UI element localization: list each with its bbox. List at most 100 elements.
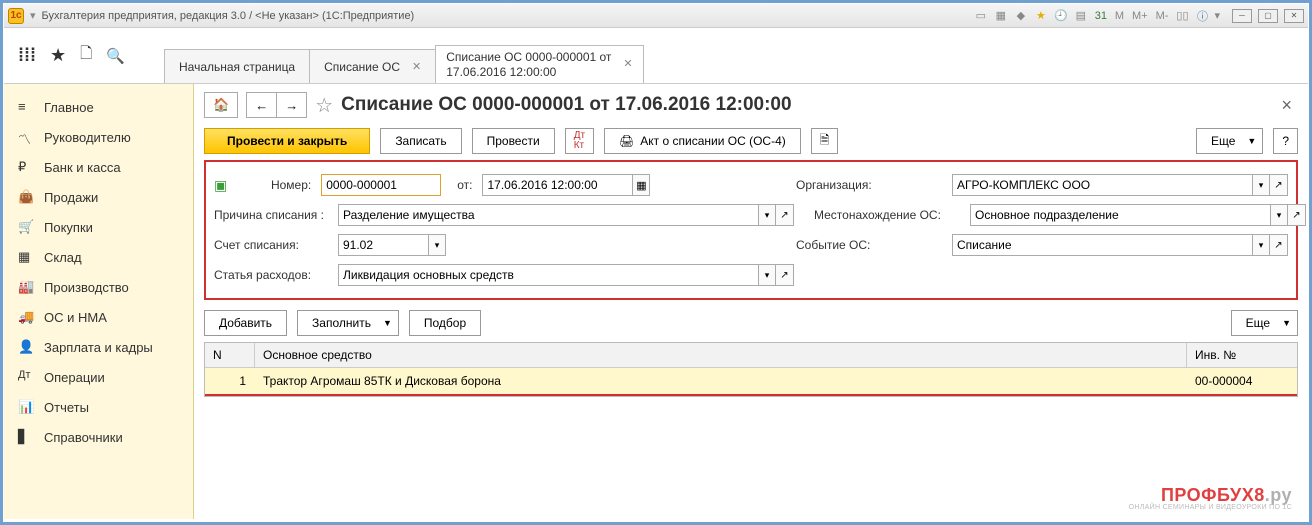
- minimize-button[interactable]: ─: [1232, 9, 1252, 23]
- watermark: ПРОФБУХ8.ру ОНЛАЙН СЕМИНАРЫ И ВИДЕОУРОКИ…: [1129, 486, 1292, 511]
- open-ref-button[interactable]: [1288, 204, 1306, 226]
- tab-label-line1: Списание ОС 0000-000001 от: [446, 50, 611, 64]
- sidebar-item-salary[interactable]: 👤 Зарплата и кадры: [4, 332, 193, 362]
- close-page-button[interactable]: ×: [1275, 95, 1298, 116]
- book-icon: ▋: [18, 429, 34, 445]
- home-button[interactable]: 🏠: [204, 92, 238, 118]
- open-ref-button[interactable]: [776, 264, 794, 286]
- tab-writeoff-list[interactable]: Списание ОС ✕: [309, 49, 436, 83]
- write-button[interactable]: Записать: [380, 128, 461, 154]
- table-row[interactable]: 1 Трактор Агромаш 85ТК и Дисковая борона…: [205, 368, 1297, 394]
- sidebar-item-label: Банк и касса: [44, 160, 121, 175]
- sidebar-item-assets[interactable]: 🚚 ОС и НМА: [4, 302, 193, 332]
- event-input[interactable]: [952, 234, 1252, 256]
- bag-icon: 👜: [18, 189, 34, 205]
- tool-icon[interactable]: ▦: [993, 8, 1009, 24]
- search-icon[interactable]: 🔍: [106, 47, 125, 65]
- tab-start-page[interactable]: Начальная страница: [164, 49, 310, 83]
- account-input[interactable]: [338, 234, 428, 256]
- post-and-close-button[interactable]: Провести и закрыть: [204, 128, 370, 154]
- calendar-icon[interactable]: 31: [1093, 8, 1109, 24]
- sidebar-item-label: Производство: [44, 280, 129, 295]
- tab-writeoff-doc[interactable]: Списание ОС 0000-000001 от 17.06.2016 12…: [435, 45, 643, 83]
- truck-icon: 🚚: [18, 309, 34, 325]
- tool-icon[interactable]: ◆: [1013, 8, 1029, 24]
- dropdown-button[interactable]: ▾: [758, 204, 776, 226]
- sidebar-item-warehouse[interactable]: ▦ Склад: [4, 242, 193, 272]
- sidebar-item-label: Руководителю: [44, 130, 131, 145]
- fill-button[interactable]: Заполнить ▼: [297, 310, 399, 336]
- tool-icon[interactable]: ▭: [973, 8, 989, 24]
- dropdown-button[interactable]: ▾: [1252, 174, 1270, 196]
- reason-input[interactable]: [338, 204, 758, 226]
- dtkt-button[interactable]: ДтКт: [565, 128, 594, 154]
- clipboard-icon[interactable]: 🗋: [80, 43, 92, 68]
- back-button[interactable]: ←: [246, 92, 276, 118]
- calc-icon[interactable]: ▤: [1073, 8, 1089, 24]
- col-n-header[interactable]: N: [205, 343, 255, 367]
- article-input[interactable]: [338, 264, 758, 286]
- favorite-icon[interactable]: ★: [1033, 8, 1049, 24]
- maximize-button[interactable]: ▢: [1258, 9, 1278, 23]
- printer-icon: 🖨: [619, 134, 634, 148]
- org-input[interactable]: [952, 174, 1252, 196]
- table-header: N Основное средство Инв. №: [205, 343, 1297, 368]
- cell-name: Трактор Агромаш 85ТК и Дисковая борона: [255, 368, 1187, 394]
- assets-table: N Основное средство Инв. № 1 Трактор Агр…: [204, 342, 1298, 397]
- m-button[interactable]: M: [1113, 10, 1126, 22]
- add-button[interactable]: Добавить: [204, 310, 287, 336]
- open-ref-button[interactable]: [1270, 174, 1288, 196]
- sidebar-item-label: Покупки: [44, 220, 93, 235]
- sidebar-item-main[interactable]: ≡ Главное: [4, 92, 193, 122]
- windows-icon[interactable]: ▯▯: [1174, 8, 1190, 24]
- titlebar-tools: ▭ ▦ ◆ ★ 🕘 ▤ 31 M M+ M- ▯▯ ⓘ ▾ ─ ▢ ✕: [973, 8, 1304, 24]
- top-nav-row: ⁞⁞⁞ ★ 🗋 🔍 Начальная страница Списание ОС…: [4, 28, 1308, 84]
- close-window-button[interactable]: ✕: [1284, 9, 1304, 23]
- print-act-button[interactable]: 🖨 Акт о списании ОС (ОС-4): [604, 128, 801, 154]
- tab-close-icon[interactable]: ✕: [412, 60, 421, 73]
- table-more-button[interactable]: Еще ▼: [1231, 310, 1298, 336]
- sidebar-item-bank[interactable]: ₽ Банк и касса: [4, 152, 193, 182]
- dropdown-button[interactable]: ▾: [1270, 204, 1288, 226]
- history-icon[interactable]: 🕘: [1053, 8, 1069, 24]
- window-title: Бухгалтерия предприятия, редакция 3.0 / …: [42, 10, 415, 22]
- form-highlighted-area: ▣ Номер: от: Организация: ▾: [204, 160, 1298, 300]
- more-button[interactable]: Еще ▼: [1196, 128, 1263, 154]
- favorite-star-icon[interactable]: ☆: [315, 93, 333, 118]
- col-inv-header[interactable]: Инв. №: [1187, 343, 1297, 367]
- sidebar-item-sales[interactable]: 👜 Продажи: [4, 182, 193, 212]
- dropdown-button[interactable]: ▾: [428, 234, 446, 256]
- sidebar-item-reports[interactable]: 📊 Отчеты: [4, 392, 193, 422]
- watermark-suffix: .ру: [1265, 485, 1292, 505]
- sidebar-item-directories[interactable]: ▋ Справочники: [4, 422, 193, 452]
- app-menu-dropdown[interactable]: ▾: [30, 9, 36, 22]
- dropdown-button[interactable]: ▾: [1252, 234, 1270, 256]
- forward-button[interactable]: →: [276, 92, 307, 118]
- dropdown-button[interactable]: ▾: [758, 264, 776, 286]
- event-label: Событие ОС:: [796, 238, 946, 252]
- sidebar-item-purchases[interactable]: 🛒 Покупки: [4, 212, 193, 242]
- info-icon[interactable]: ⓘ: [1194, 8, 1210, 24]
- m-minus-button[interactable]: M-: [1154, 10, 1171, 22]
- page-header: 🏠 ← → ☆ Списание ОС 0000-000001 от 17.06…: [204, 92, 1298, 118]
- col-name-header[interactable]: Основное средство: [255, 343, 1187, 367]
- open-ref-button[interactable]: [776, 204, 794, 226]
- sidebar-item-manager[interactable]: 〽 Руководителю: [4, 122, 193, 152]
- post-button[interactable]: Провести: [472, 128, 555, 154]
- sidebar-item-production[interactable]: 🏭 Производство: [4, 272, 193, 302]
- favorites-icon[interactable]: ★: [50, 45, 66, 66]
- calendar-button[interactable]: [632, 174, 650, 196]
- number-input[interactable]: [321, 174, 441, 196]
- tab-close-icon[interactable]: ✕: [623, 58, 632, 71]
- sidebar-item-operations[interactable]: Дт Операции: [4, 362, 193, 392]
- info-dropdown[interactable]: ▾: [1214, 9, 1220, 22]
- help-button[interactable]: ?: [1273, 128, 1298, 154]
- m-plus-button[interactable]: M+: [1130, 10, 1150, 22]
- location-input[interactable]: [970, 204, 1270, 226]
- select-button[interactable]: Подбор: [409, 310, 481, 336]
- attachment-button[interactable]: 🗎: [811, 128, 839, 154]
- print-act-label: Акт о списании ОС (ОС-4): [640, 134, 785, 148]
- open-ref-button[interactable]: [1270, 234, 1288, 256]
- sections-icon[interactable]: ⁞⁞⁞: [18, 45, 36, 66]
- date-input[interactable]: [482, 174, 632, 196]
